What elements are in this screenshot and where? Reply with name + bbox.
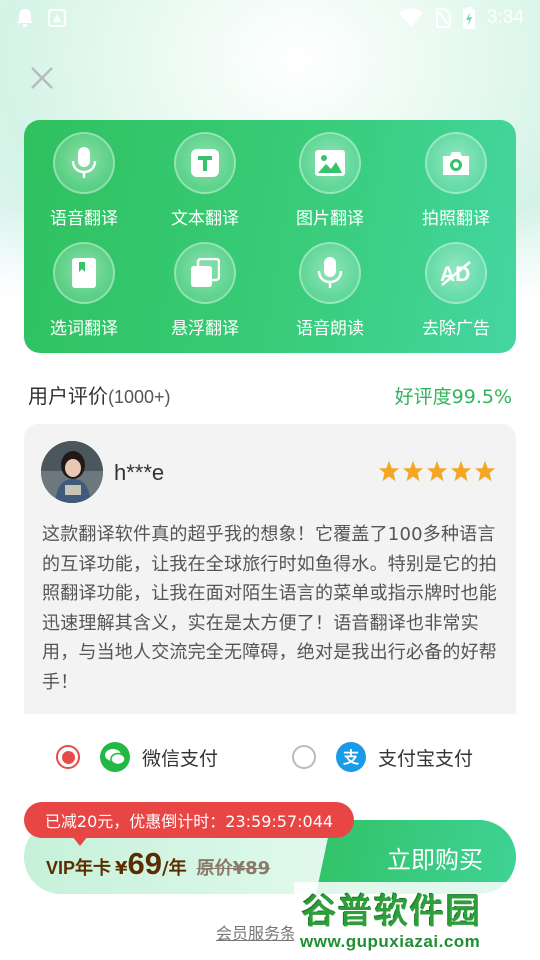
feature-label: 悬浮翻译 bbox=[171, 319, 239, 339]
feature-word-translate[interactable]: 选词翻译 bbox=[24, 230, 144, 339]
feature-label: 选词翻译 bbox=[50, 319, 118, 339]
status-time: 3:34 bbox=[487, 7, 524, 28]
alipay-icon: 支 bbox=[336, 742, 366, 772]
feature-floating-translate[interactable]: 悬浮翻译 bbox=[145, 230, 265, 339]
review-username: h***e bbox=[114, 460, 165, 485]
price-unit: /年 bbox=[162, 858, 187, 879]
pay-option-alipay[interactable]: 支 支付宝支付 bbox=[292, 740, 473, 774]
currency-symbol: ¥ bbox=[115, 858, 128, 879]
pay-option-wechat[interactable]: 微信支付 bbox=[56, 740, 218, 774]
star-icon bbox=[378, 460, 400, 482]
feature-label: 文本翻译 bbox=[171, 209, 239, 229]
price-line: VIP年卡 ¥ 69 /年 原价¥89 bbox=[46, 846, 270, 882]
discount-countdown-badge: 已减20元，优惠倒计时：23:59:57:044 bbox=[24, 802, 354, 838]
review-title-text: 用户评价 bbox=[28, 384, 108, 408]
alipay-label: 支付宝支付 bbox=[378, 747, 474, 770]
review-count: (1000+) bbox=[108, 387, 171, 407]
image-icon bbox=[315, 150, 345, 176]
wechat-radio[interactable] bbox=[56, 745, 80, 769]
svg-text:支: 支 bbox=[342, 748, 360, 767]
feature-card: 语音翻译 文本翻译 图片翻译 拍照翻译 选词翻译 悬浮翻译 语音朗读 去除广告 bbox=[24, 120, 516, 353]
status-bar: 3:34 bbox=[0, 0, 540, 36]
feature-label: 语音朗读 bbox=[296, 319, 364, 339]
no-ad-icon: AD bbox=[440, 261, 471, 286]
no-sim-icon bbox=[435, 8, 452, 28]
battery-charging-icon bbox=[463, 7, 476, 29]
notification-bell-icon bbox=[17, 9, 33, 27]
close-button[interactable] bbox=[26, 62, 58, 94]
feature-text-translate[interactable]: 文本翻译 bbox=[145, 120, 265, 229]
bookmark-book-icon bbox=[72, 258, 96, 288]
feature-photo-translate[interactable]: 拍照翻译 bbox=[396, 120, 516, 229]
watermark-url: www.gupuxiazai.com bbox=[300, 932, 481, 951]
feature-label: 图片翻译 bbox=[296, 209, 364, 229]
price-value: 69 bbox=[127, 846, 163, 881]
feature-label: 去除广告 bbox=[422, 319, 490, 339]
star-icon bbox=[474, 460, 496, 482]
feature-remove-ads[interactable]: AD 去除广告 bbox=[396, 230, 516, 339]
feature-voice-read[interactable]: 语音朗读 bbox=[270, 230, 390, 339]
android-notification-icon bbox=[48, 9, 66, 27]
close-icon bbox=[31, 67, 53, 89]
feature-label: 语音翻译 bbox=[50, 209, 118, 229]
review-card: h***e 这款翻译软件真的超乎我的想象！它覆盖了100多种语言的互译功能，让我… bbox=[24, 424, 516, 714]
feature-image-translate[interactable]: 图片翻译 bbox=[270, 120, 390, 229]
watermark-title: 谷普软件园 bbox=[302, 892, 482, 932]
original-price: 原价¥89 bbox=[196, 858, 271, 879]
review-section-title: 用户评价(1000+) bbox=[28, 380, 171, 409]
feature-voice-translate[interactable]: 语音翻译 bbox=[24, 120, 144, 229]
star-rating bbox=[378, 460, 496, 482]
text-t-icon bbox=[191, 149, 219, 177]
watermark: 谷普软件园 www.gupuxiazai.com bbox=[294, 882, 540, 960]
rating-percent: 好评度99.5% bbox=[394, 386, 512, 408]
avatar bbox=[41, 441, 103, 503]
feature-label: 拍照翻译 bbox=[422, 209, 490, 229]
member-service-link[interactable]: 会员服务条 bbox=[216, 920, 296, 944]
star-icon bbox=[426, 460, 448, 482]
star-icon bbox=[402, 460, 424, 482]
wechat-pay-label: 微信支付 bbox=[142, 747, 219, 770]
alipay-radio[interactable] bbox=[292, 745, 316, 769]
microphone-icon bbox=[317, 257, 343, 288]
review-text: 这款翻译软件真的超乎我的想象！它覆盖了100多种语言的互译功能，让我在全球旅行时… bbox=[42, 524, 497, 693]
wechat-pay-icon bbox=[100, 742, 130, 772]
user-avatar-image bbox=[41, 441, 103, 503]
vip-card-label: VIP年卡 bbox=[46, 858, 112, 878]
star-icon bbox=[450, 460, 472, 482]
wifi-icon bbox=[399, 8, 424, 27]
floating-window-icon bbox=[191, 258, 220, 287]
microphone-icon bbox=[71, 147, 97, 178]
camera-icon bbox=[443, 152, 469, 175]
